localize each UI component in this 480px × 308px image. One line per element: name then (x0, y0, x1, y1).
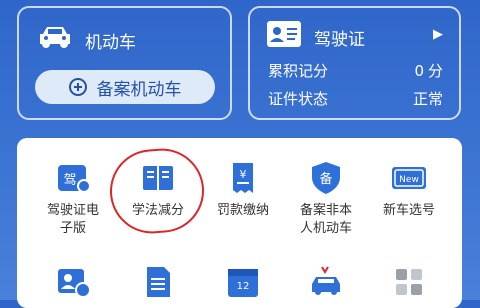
service-label: 新车选号 (382, 203, 435, 218)
service-label: 罚款缴纳 (216, 203, 269, 218)
svg-text:¥: ¥ (240, 168, 247, 181)
shield-icon: 备 (312, 162, 340, 194)
license-card[interactable]: 驾驶证 ▶ 累积记分 0分 证件状态 正常 (248, 6, 461, 120)
svg-text:备: 备 (319, 171, 332, 187)
license-card-title: 驾驶证 (314, 30, 365, 50)
points-number: 0 (414, 62, 424, 80)
register-vehicle-label: 备案机动车 (96, 79, 182, 100)
register-vehicle-button[interactable]: 备案机动车 (35, 70, 215, 104)
service-label-2: 子版 (59, 221, 86, 236)
vehicle-card[interactable]: 机动车 备案机动车 (17, 6, 232, 120)
service-label-2: 人机动车 (299, 221, 352, 236)
points-label: 累积记分 (268, 62, 329, 80)
plus-circle-icon (68, 78, 87, 96)
svg-text:New: New (399, 175, 419, 185)
vehicle-card-title: 机动车 (85, 33, 136, 53)
status-label: 证件状态 (268, 90, 329, 108)
points-row: 累积记分 0分 (268, 60, 443, 81)
svg-text:驾: 驾 (63, 173, 76, 188)
service-new-car-plate[interactable]: New 新车选号 (365, 160, 453, 220)
points-value: 0分 (410, 60, 443, 81)
car-accident-icon (312, 266, 340, 295)
more-apps-icon (396, 269, 422, 295)
car-icon (40, 27, 70, 48)
document-icon (147, 267, 170, 297)
fine-receipt-icon: ¥ (233, 163, 253, 193)
id-switch-icon (58, 269, 91, 298)
new-plate-icon: New (392, 167, 426, 189)
services-panel: 驾 驾驶证电 子版 学法减分 ¥ 罚款缴纳 备 备案非本 人机动车 New 新车… (17, 138, 462, 308)
svg-text:12: 12 (237, 281, 250, 292)
service-e-license[interactable]: 驾 驾驶证电 子版 (29, 160, 117, 238)
service-label: 驾驶证电 (46, 203, 99, 218)
id-card-icon (267, 21, 301, 47)
status-row: 证件状态 正常 (268, 88, 443, 109)
e-license-icon: 驾 (58, 165, 91, 193)
status-value: 正常 (412, 90, 443, 108)
points-unit: 分 (427, 62, 443, 80)
chevron-right-icon[interactable]: ▶ (433, 27, 443, 42)
calendar-icon: 12 (228, 269, 258, 297)
service-label: 备案非本 (299, 203, 352, 218)
service-register-non-owned-vehicle[interactable]: 备 备案非本 人机动车 (282, 160, 370, 238)
service-pay-fines[interactable]: ¥ 罚款缴纳 (199, 160, 287, 220)
